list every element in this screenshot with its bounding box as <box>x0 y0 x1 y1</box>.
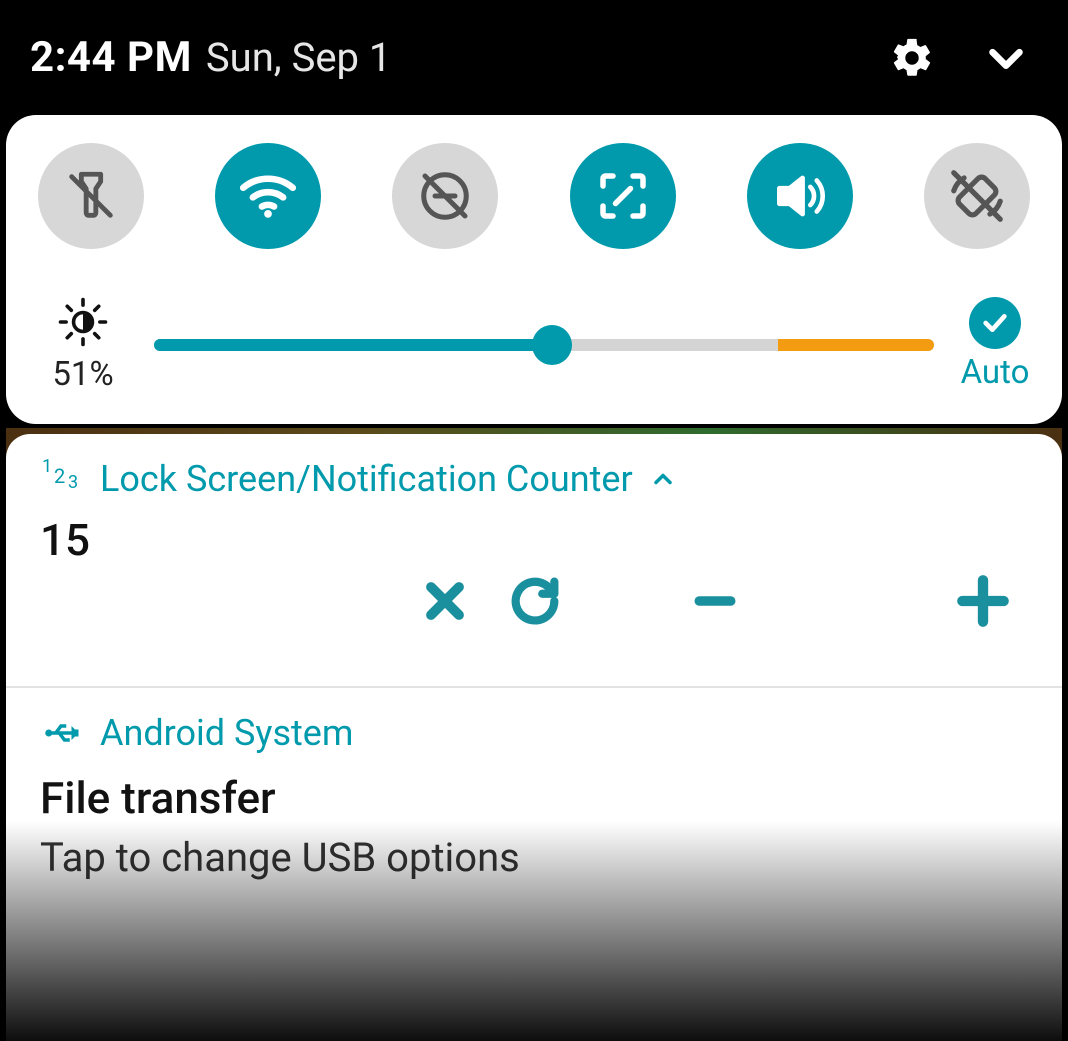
screenshot-icon <box>593 166 653 226</box>
qs-tile-sound[interactable] <box>747 143 853 249</box>
brightness-icon <box>56 295 110 349</box>
settings-button[interactable] <box>880 26 944 90</box>
expand-button[interactable] <box>974 26 1038 90</box>
flashlight-off-icon <box>62 167 120 225</box>
dnd-off-icon <box>415 166 475 226</box>
notification-header[interactable]: Android System <box>40 712 1028 754</box>
qs-tile-wifi[interactable] <box>215 143 321 249</box>
notification-android-system[interactable]: Android System File transfer Tap to chan… <box>6 688 1062 1041</box>
status-time: 2:44 PM <box>30 33 192 82</box>
brightness-slider-warn <box>778 339 934 351</box>
notification-app-name: Lock Screen/Notification Counter <box>100 458 633 500</box>
counter-reset-button[interactable] <box>490 556 580 646</box>
usb-icon <box>40 712 82 754</box>
qs-tile-flashlight[interactable] <box>38 143 144 249</box>
counter-plus-button[interactable] <box>938 556 1028 646</box>
brightness-slider-thumb[interactable] <box>532 325 572 365</box>
sound-icon <box>769 165 831 227</box>
notification-counter-card[interactable]: 1 2 3 Lock Screen/Notification Counter 1… <box>6 434 1062 686</box>
status-bar: 2:44 PM Sun, Sep 1 <box>0 0 1068 115</box>
qs-tile-dnd[interactable] <box>392 143 498 249</box>
notification-subtitle: Tap to change USB options <box>40 834 1028 881</box>
brightness-percent: 51% <box>52 355 113 394</box>
close-icon <box>417 573 473 629</box>
brightness-slider-fill <box>154 339 552 351</box>
plus-icon <box>952 570 1014 632</box>
chevron-up-icon <box>649 465 677 493</box>
quick-settings-panel: 51% Auto <box>6 115 1062 424</box>
counter-actions <box>40 556 1028 646</box>
counter-minus-button[interactable] <box>670 556 760 646</box>
counter-close-button[interactable] <box>400 556 490 646</box>
brightness-row: 51% Auto <box>38 295 1030 394</box>
auto-brightness-label: Auto <box>961 353 1030 392</box>
wifi-icon <box>235 163 301 229</box>
counter-app-icon: 1 2 3 <box>40 459 84 499</box>
quick-settings-row <box>38 143 1030 249</box>
brightness-slider[interactable] <box>154 339 934 351</box>
gear-icon <box>889 35 935 81</box>
brightness-indicator: 51% <box>38 295 128 394</box>
chevron-down-icon <box>983 35 1029 81</box>
notification-app-name: Android System <box>100 712 353 754</box>
notification-header[interactable]: 1 2 3 Lock Screen/Notification Counter <box>40 458 1028 500</box>
reset-icon <box>506 572 564 630</box>
notification-title: File transfer <box>40 772 1028 824</box>
autorotate-off-icon <box>946 165 1008 227</box>
status-date: Sun, Sep 1 <box>206 34 392 81</box>
qs-tile-autorotate[interactable] <box>924 143 1030 249</box>
minus-icon <box>688 574 742 628</box>
checkmark-icon <box>969 297 1021 349</box>
qs-tile-screenshot[interactable] <box>570 143 676 249</box>
auto-brightness-toggle[interactable]: Auto <box>960 297 1030 392</box>
